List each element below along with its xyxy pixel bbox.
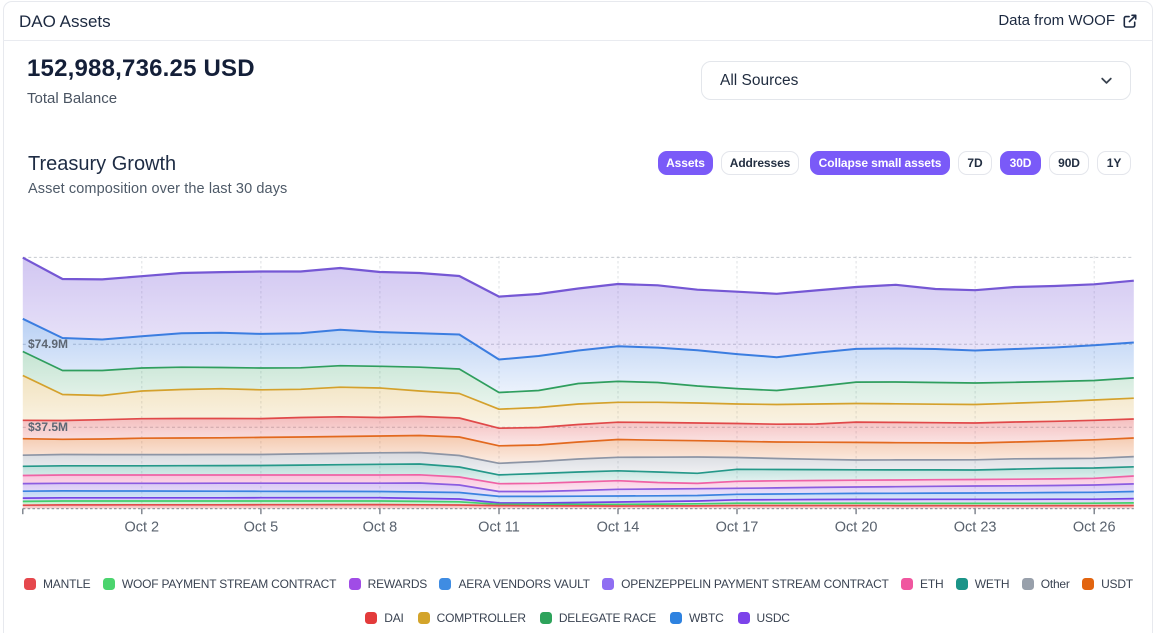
svg-text:Oct 14: Oct 14 — [597, 520, 640, 536]
svg-text:Oct 26: Oct 26 — [1073, 520, 1116, 536]
svg-text:Oct 23: Oct 23 — [954, 520, 997, 536]
svg-text:Oct 20: Oct 20 — [835, 520, 878, 536]
svg-text:$37.5M: $37.5M — [28, 420, 68, 434]
svg-text:Oct 8: Oct 8 — [363, 520, 398, 536]
svg-text:$74.9M: $74.9M — [28, 337, 68, 351]
svg-text:Oct 17: Oct 17 — [716, 520, 759, 536]
svg-text:Oct 5: Oct 5 — [244, 520, 279, 536]
svg-text:Oct 11: Oct 11 — [478, 520, 520, 536]
svg-text:Oct 2: Oct 2 — [124, 520, 159, 536]
